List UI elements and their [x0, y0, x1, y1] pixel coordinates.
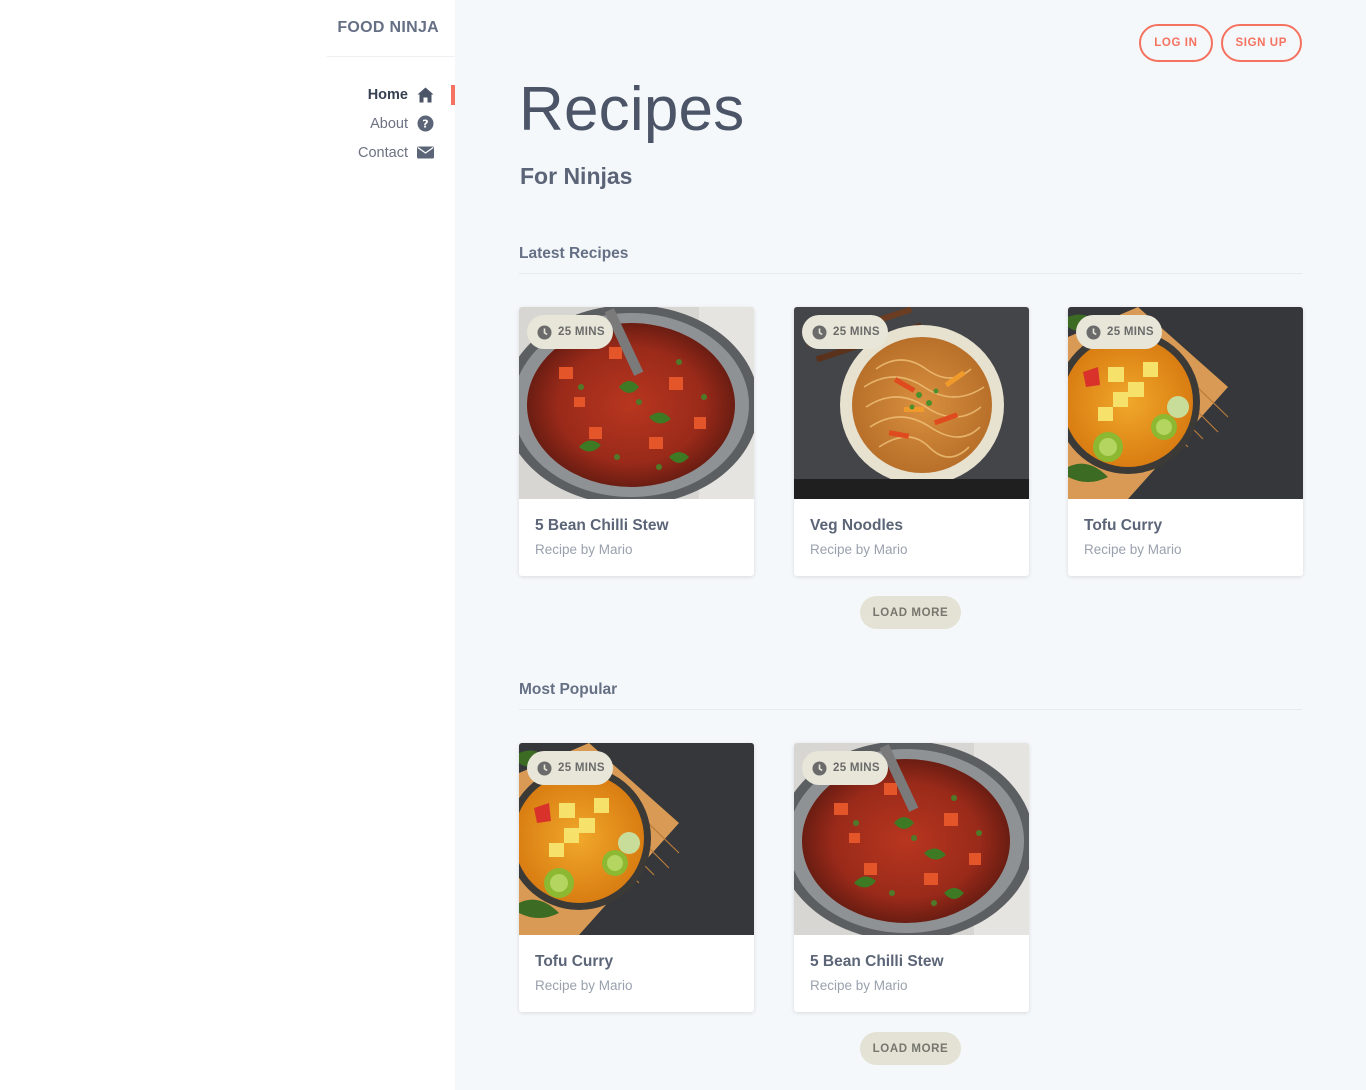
clock-icon [537, 325, 552, 339]
time-text: 25 MINS [558, 762, 605, 774]
nav-item-contact[interactable]: Contact [300, 138, 455, 167]
recipe-card[interactable]: 25 MINS Tofu Curry Recipe by Mario [1068, 307, 1303, 576]
load-more-latest-button[interactable]: LOAD MORE [860, 596, 961, 629]
time-text: 25 MINS [833, 326, 880, 338]
recipe-author: Recipe by Mario [535, 978, 633, 993]
nav-item-home[interactable]: Home [300, 80, 455, 109]
clock-icon [537, 761, 552, 775]
section-divider [519, 709, 1302, 710]
login-button[interactable]: LOG IN [1139, 24, 1213, 62]
recipe-title: 5 Bean Chilli Stew [535, 517, 669, 534]
signup-button[interactable]: SIGN UP [1220, 24, 1302, 62]
recipe-card[interactable]: 25 MINS 5 Bean Chilli Stew Recipe by Mar… [794, 743, 1029, 1012]
recipe-card[interactable]: 25 MINS 5 Bean Chilli Stew Recipe by Mar… [519, 307, 754, 576]
recipe-title: Veg Noodles [810, 517, 904, 534]
nav-item-label: Contact [358, 144, 408, 161]
recipe-card[interactable]: 25 MINS Tofu Curry Recipe by Mario [519, 743, 754, 1012]
envelope-icon [417, 144, 434, 161]
recipe-title: 5 Bean Chilli Stew [810, 953, 944, 970]
recipe-title: Tofu Curry [1084, 517, 1163, 534]
recipe-card[interactable]: 25 MINS Veg Noodles Recipe by Mario [794, 307, 1029, 576]
load-more-popular-button[interactable]: LOAD MORE [860, 1032, 961, 1065]
auth-buttons: LOG IN SIGN UP [1139, 24, 1302, 62]
clock-icon [1086, 325, 1101, 339]
nav-item-label: Home [367, 86, 408, 103]
sidebar-nav: Home About ? Contact [300, 80, 455, 167]
section-title-popular: Most Popular [519, 681, 618, 698]
recipe-author: Recipe by Mario [810, 978, 908, 993]
main-content: LOG IN SIGN UP Recipes For Ninjas Latest… [455, 0, 1366, 1090]
section-divider [519, 273, 1302, 274]
clock-icon [812, 761, 827, 775]
svg-text:?: ? [422, 118, 428, 131]
time-badge: 25 MINS [527, 751, 613, 785]
time-text: 25 MINS [558, 326, 605, 338]
time-badge: 25 MINS [527, 315, 613, 349]
brand-name: FOOD NINJA [337, 18, 439, 36]
recipe-author: Recipe by Mario [535, 542, 633, 557]
time-text: 25 MINS [1107, 326, 1154, 338]
time-text: 25 MINS [833, 762, 880, 774]
time-badge: 25 MINS [1076, 315, 1162, 349]
recipe-title: Tofu Curry [535, 953, 614, 970]
nav-item-label: About [370, 115, 408, 132]
section-title-latest: Latest Recipes [519, 245, 629, 262]
nav-item-about[interactable]: About ? [300, 109, 455, 138]
sidebar: FOOD NINJA Home About ? Contact [0, 0, 455, 1090]
clock-icon [812, 325, 827, 339]
home-icon [417, 86, 434, 103]
brand-logo[interactable]: FOOD NINJA [327, 0, 455, 57]
page-subtitle: For Ninjas [520, 163, 633, 189]
recipe-author: Recipe by Mario [1084, 542, 1182, 557]
time-badge: 25 MINS [802, 315, 888, 349]
recipe-author: Recipe by Mario [810, 542, 908, 557]
question-circle-icon: ? [417, 115, 434, 132]
page-title: Recipes [519, 75, 745, 144]
time-badge: 25 MINS [802, 751, 888, 785]
